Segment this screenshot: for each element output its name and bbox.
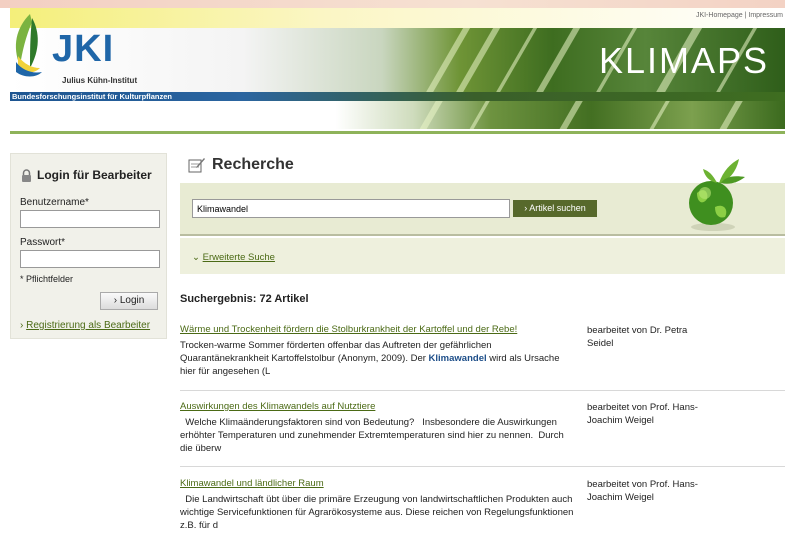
search-term-highlight: Klimawandel	[428, 353, 487, 364]
green-globe-icon	[689, 159, 745, 231]
lower-banner	[10, 101, 785, 129]
app-title: KLIMAPS	[598, 40, 769, 81]
result-author: bearbeitet von Prof. Hans-Joachim Weigel	[587, 479, 698, 503]
register-link-label: Registrierung als Bearbeiter	[26, 320, 151, 331]
header-divider	[10, 131, 785, 134]
top-accent-bar	[0, 0, 785, 8]
search-input[interactable]	[192, 199, 510, 218]
page-title-label: Recherche	[212, 156, 294, 173]
top-links: JKI-Homepage | Impressum	[696, 12, 783, 19]
institute-name: Bundesforschungsinstitut für Kulturpflan…	[12, 92, 172, 101]
result-author: bearbeitet von Prof. Hans-Joachim Weigel	[587, 402, 698, 426]
logo-subtitle: Julius Kühn-Institut	[62, 76, 138, 85]
result-count: Suchergebnis: 72 Artikel	[180, 293, 309, 305]
result-title-link[interactable]: Wärme und Trockenheit fördern die Stolbu…	[180, 324, 517, 335]
advanced-search-link[interactable]: ⌄ Erweiterte Suche	[192, 252, 275, 263]
login-panel: Login für Bearbeiter Benutzername* Passw…	[10, 153, 167, 339]
jki-homepage-link[interactable]: JKI-Homepage	[696, 12, 743, 19]
password-input[interactable]	[20, 250, 160, 268]
page-title: Recherche	[188, 156, 294, 174]
advanced-search-bar: ⌄ Erweiterte Suche	[180, 238, 785, 274]
advanced-search-label: Erweiterte Suche	[202, 252, 275, 263]
list-item: Klimawandel und ländlicher Raum Die Land…	[180, 478, 785, 538]
list-item: Auswirkungen des Klimawandels auf Nutzti…	[180, 401, 785, 461]
search-panel: › Artikel suchen	[180, 159, 785, 236]
list-item: Wärme und Trockenheit fördern die Stolbu…	[180, 324, 785, 384]
divider	[180, 390, 785, 391]
login-title: Login für Bearbeiter	[21, 168, 152, 182]
username-label: Benutzername*	[20, 197, 89, 208]
result-description: Trocken-warme Sommer förderten offenbar …	[180, 340, 560, 377]
chevron-right-icon: ›	[20, 320, 24, 331]
lock-icon	[22, 168, 31, 182]
login-button-label: Login	[119, 295, 145, 306]
divider	[180, 466, 785, 467]
result-title-link[interactable]: Klimawandel und ländlicher Raum	[180, 478, 324, 489]
required-note: * Pflichtfelder	[20, 274, 74, 284]
notepad-pencil-icon	[188, 158, 205, 173]
chevron-down-icon: ⌄	[192, 252, 200, 263]
register-link[interactable]: › Registrierung als Bearbeiter	[20, 320, 150, 331]
top-links-separator: |	[744, 12, 747, 19]
page: JKI-Homepage | Impressum JKI Julius Kühn…	[0, 0, 785, 544]
impressum-link[interactable]: Impressum	[748, 12, 783, 19]
search-button-label: Artikel suchen	[529, 203, 586, 213]
chevron-right-icon: ›	[113, 295, 118, 306]
result-description: Welche Klimaänderungsfaktoren sind von B…	[180, 417, 567, 454]
password-label: Passwort*	[20, 237, 66, 248]
search-button[interactable]: › Artikel suchen	[513, 200, 597, 217]
username-input[interactable]	[20, 210, 160, 228]
wheat-leaf-logo-icon[interactable]	[10, 12, 46, 78]
chevron-right-icon: ›	[524, 203, 528, 213]
login-button[interactable]: › Login	[100, 292, 158, 310]
logo-text: JKI	[52, 28, 115, 70]
result-author: bearbeitet von Dr. Petra Seidel	[587, 325, 688, 349]
result-description: Die Landwirtschaft übt über die primäre …	[180, 494, 577, 531]
login-title-label: Login für Bearbeiter	[37, 168, 152, 182]
top-yellow-bar	[10, 8, 785, 28]
result-title-link[interactable]: Auswirkungen des Klimawandels auf Nutzti…	[180, 401, 375, 412]
